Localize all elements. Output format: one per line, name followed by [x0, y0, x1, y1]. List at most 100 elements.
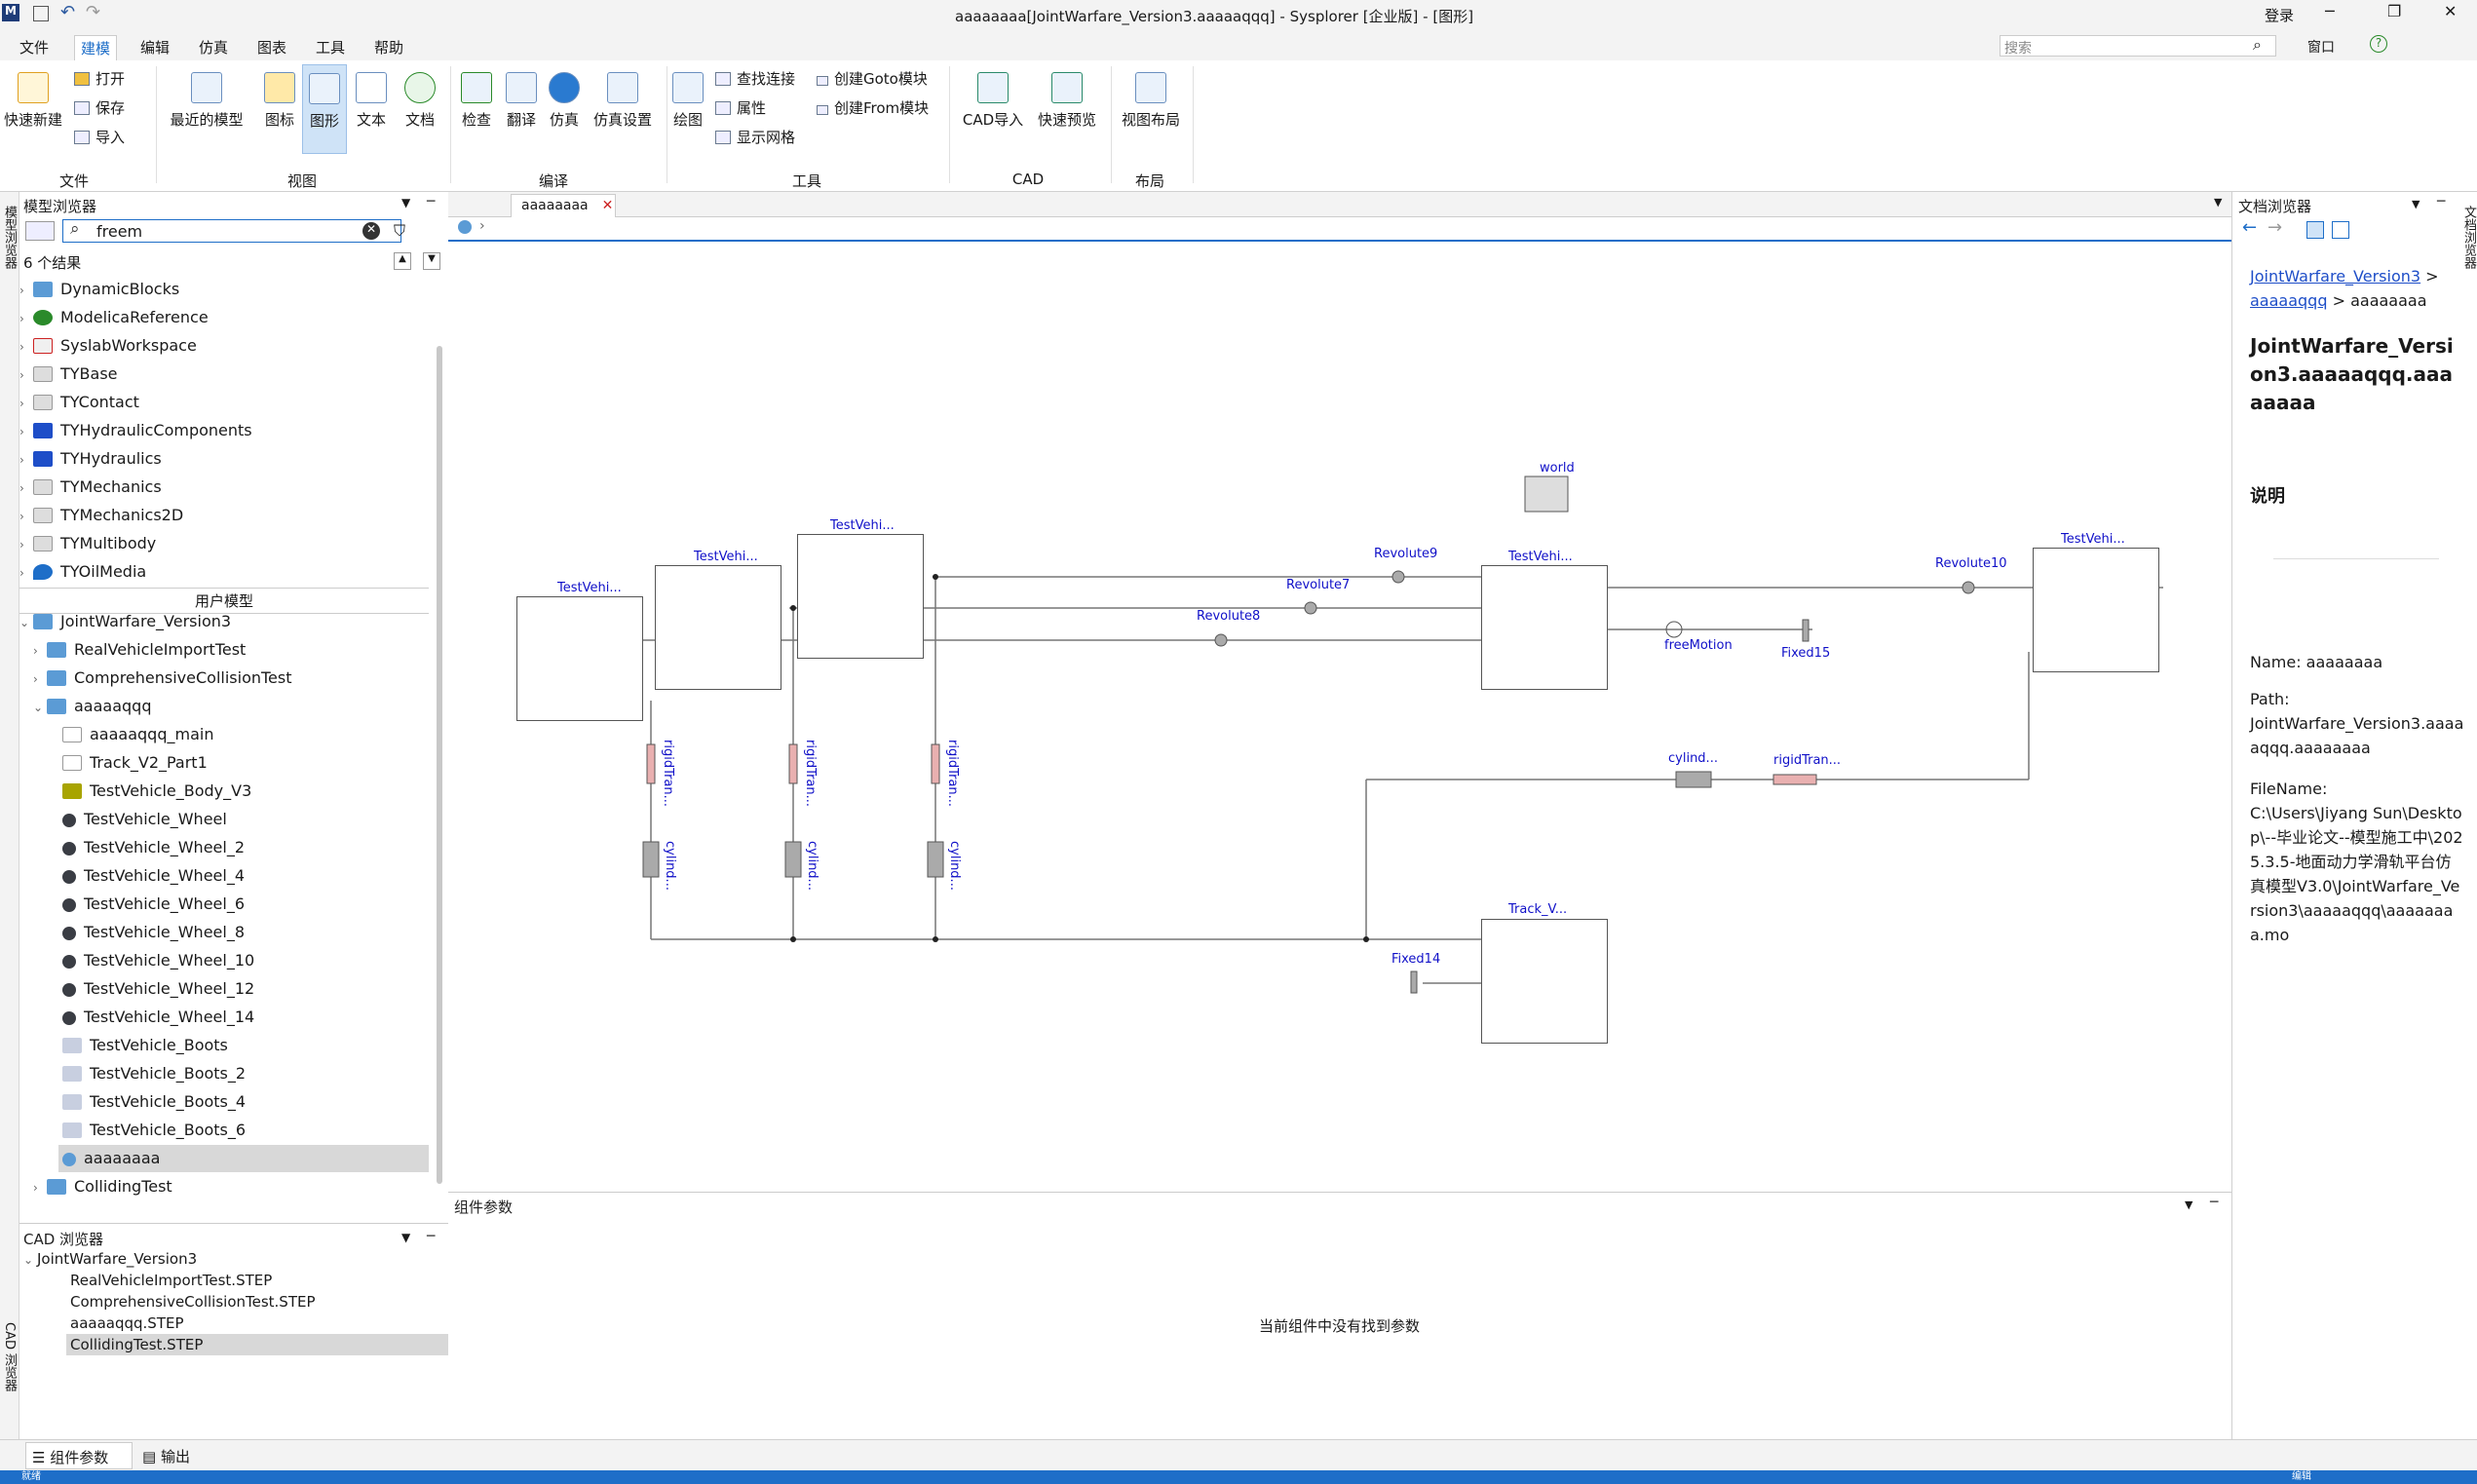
editor-menu-icon[interactable]: ▼ — [2214, 196, 2222, 209]
text-view-button[interactable]: 文本 — [349, 72, 394, 130]
save-button[interactable]: 保存 — [74, 97, 125, 118]
params-menu-icon[interactable]: ▼ — [2185, 1199, 2192, 1211]
doc-menu-icon[interactable]: ▼ — [2412, 198, 2420, 210]
menu-simulation[interactable]: 仿真 — [193, 35, 234, 59]
close-tab-icon[interactable]: ✕ — [602, 198, 614, 213]
tree-item-aaaaaqqq-main[interactable]: aaaaaqqq_main — [62, 725, 213, 743]
model-search-input[interactable]: freem — [62, 219, 401, 243]
view-layout-button[interactable]: 视图布局 — [1117, 72, 1185, 130]
sim-settings-button[interactable]: 仿真设置 — [589, 72, 657, 130]
params-collapse-icon[interactable]: ─ — [2210, 1195, 2218, 1210]
create-goto-button[interactable]: 创建Goto模块 — [817, 68, 928, 89]
menu-modeling[interactable]: 建模 — [74, 35, 118, 60]
tab-aaaaaaaa[interactable]: aaaaaaaa ✕ — [511, 194, 616, 217]
tree-item-testvehicle-wheel-14[interactable]: TestVehicle_Wheel_14 — [62, 1008, 254, 1026]
tree-item-testvehicle-wheel-10[interactable]: TestVehicle_Wheel_10 — [62, 951, 254, 970]
breadcrumb-link-root[interactable]: JointWarfare_Version3 — [2250, 267, 2420, 285]
side-tab-cad-browser[interactable]: CAD 浏览器 — [1, 1322, 19, 1391]
tree-item-testvehicle-wheel-8[interactable]: TestVehicle_Wheel_8 — [62, 923, 245, 941]
cad-item-collidingtest[interactable]: CollidingTest.STEP — [70, 1336, 203, 1353]
import-button[interactable]: 导入 — [74, 127, 125, 147]
testvehicle-wheel-block-1[interactable] — [516, 596, 643, 721]
close-icon[interactable]: ✕ — [2444, 2, 2457, 20]
quick-new-button[interactable]: 快速新建 — [2, 72, 64, 130]
quick-preview-button[interactable]: 快速预览 — [1033, 72, 1101, 130]
breadcrumb-link-package[interactable]: aaaaaqqq — [2250, 291, 2328, 310]
doc-view-button[interactable]: 文档 — [398, 72, 442, 130]
find-connection-button[interactable]: 查找连接 — [715, 68, 795, 89]
track-block[interactable] — [1481, 919, 1608, 1044]
check-button[interactable]: 检查 — [454, 72, 499, 130]
side-tab-model-browser[interactable]: 模型浏览器 — [1, 206, 19, 269]
clear-search-icon[interactable]: ✕ — [362, 222, 380, 240]
tree-item-realvehicleimporttest[interactable]: › RealVehicleImportTest — [33, 640, 246, 659]
diagram-canvas[interactable]: TestVehi... TestVehi... TestVehi... Test… — [448, 243, 2231, 1188]
panel-menu-icon[interactable]: ▼ — [401, 196, 410, 209]
bottom-tab-output[interactable]: ▤ 输出 — [142, 1446, 190, 1466]
search-input[interactable]: 搜索 — [2000, 35, 2276, 57]
tree-item-collidingtest[interactable]: › CollidingTest — [33, 1177, 172, 1196]
cad-import-button[interactable]: CAD导入 — [959, 72, 1027, 130]
show-grid-button[interactable]: 显示网格 — [715, 127, 795, 147]
back-arrow-icon[interactable]: ← — [2242, 217, 2257, 238]
tree-item-tyhydrauliccomponents[interactable]: › TYHydraulicComponents — [19, 421, 252, 439]
home-icon[interactable] — [458, 220, 472, 234]
tree-item-dynamicblocks[interactable]: › DynamicBlocks — [19, 280, 179, 298]
tree-item-tybase[interactable]: › TYBase — [19, 364, 118, 383]
tree-item-track-v2-part1[interactable]: Track_V2_Part1 — [62, 753, 208, 772]
tree-item-testvehicle-wheel-2[interactable]: TestVehicle_Wheel_2 — [62, 838, 245, 856]
recent-models-button[interactable]: 最近的模型 — [168, 72, 246, 130]
scroll-up-icon[interactable]: ▲ — [394, 252, 411, 270]
menu-chart[interactable]: 图表 — [251, 35, 292, 59]
menu-help[interactable]: 帮助 — [368, 35, 409, 59]
cad-panel-collapse-icon[interactable]: ─ — [427, 1229, 435, 1244]
open-button[interactable]: 打开 — [74, 68, 125, 89]
cad-panel-menu-icon[interactable]: ▼ — [401, 1231, 410, 1244]
menu-file[interactable]: 文件 — [14, 35, 55, 59]
menu-tools[interactable]: 工具 — [310, 35, 351, 59]
tree-item-testvehicle-wheel-4[interactable]: TestVehicle_Wheel_4 — [62, 866, 245, 885]
tree-item-testvehicle-boots[interactable]: TestVehicle_Boots — [62, 1036, 228, 1054]
minimize-icon[interactable]: ─ — [2325, 2, 2335, 20]
doc-edit-icon[interactable] — [2332, 221, 2349, 239]
doc-collapse-icon[interactable]: ─ — [2437, 194, 2445, 209]
tree-item-testvehicle-wheel[interactable]: TestVehicle_Wheel — [62, 810, 227, 828]
tree-item-testvehicle-boots-4[interactable]: TestVehicle_Boots_4 — [62, 1092, 246, 1111]
translate-button[interactable]: 翻译 — [499, 72, 544, 130]
menu-edit[interactable]: 编辑 — [134, 35, 175, 59]
filter-icon[interactable]: ⛉ — [394, 221, 405, 241]
tree-item-tymechanics2d[interactable]: › TYMechanics2D — [19, 506, 183, 524]
graphic-view-button[interactable]: 图形 — [302, 64, 347, 154]
tree-item-aaaaaqqq[interactable]: ⌄ aaaaaqqq — [33, 697, 152, 715]
login-link[interactable]: 登录 — [2265, 5, 2294, 25]
filter-dropdown-icon[interactable] — [25, 221, 55, 241]
tree-item-testvehicle-wheel-12[interactable]: TestVehicle_Wheel_12 — [62, 979, 254, 998]
restore-icon[interactable]: ❐ — [2387, 2, 2401, 20]
tree-item-tymechanics[interactable]: › TYMechanics — [19, 477, 162, 496]
quick-save-icon[interactable] — [33, 6, 49, 21]
cad-item-aaaaaqqq[interactable]: aaaaaqqq.STEP — [70, 1314, 184, 1332]
icon-view-button[interactable]: 图标 — [257, 72, 302, 130]
panel-collapse-icon[interactable]: ─ — [427, 194, 435, 209]
undo-icon[interactable]: ↶ — [60, 2, 75, 22]
testvehicle-wheel-block-4[interactable] — [2033, 548, 2159, 672]
properties-button[interactable]: 属性 — [715, 97, 766, 118]
simulate-button[interactable]: 仿真 — [542, 72, 587, 130]
cad-item-root[interactable]: ⌄ JointWarfare_Version3 — [23, 1250, 197, 1268]
tree-item-testvehicle-boots-2[interactable]: TestVehicle_Boots_2 — [62, 1064, 246, 1083]
tree-item-syslabworkspace[interactable]: › SyslabWorkspace — [19, 336, 197, 355]
tree-item-tycontact[interactable]: › TYContact — [19, 393, 139, 411]
tree-item-testvehicle-wheel-6[interactable]: TestVehicle_Wheel_6 — [62, 894, 245, 913]
scroll-down-icon[interactable]: ▼ — [423, 252, 440, 270]
tree-item-modelicareference[interactable]: › ModelicaReference — [19, 308, 209, 326]
draw-button[interactable]: 绘图 — [670, 72, 705, 130]
testvehicle-wheel-block-2[interactable] — [655, 565, 781, 690]
tree-item-tyoilmedia[interactable]: › TYOilMedia — [19, 562, 146, 581]
tree-item-testvehicle-boots-6[interactable]: TestVehicle_Boots_6 — [62, 1121, 246, 1139]
forward-arrow-icon[interactable]: → — [2267, 217, 2282, 238]
testvehicle-body-block[interactable] — [1481, 565, 1608, 690]
tree-item-tyhydraulics[interactable]: › TYHydraulics — [19, 449, 162, 468]
redo-icon[interactable]: ↷ — [86, 2, 100, 22]
window-menu[interactable]: 窗口 — [2307, 37, 2335, 57]
doc-view-icon[interactable] — [2306, 221, 2324, 239]
